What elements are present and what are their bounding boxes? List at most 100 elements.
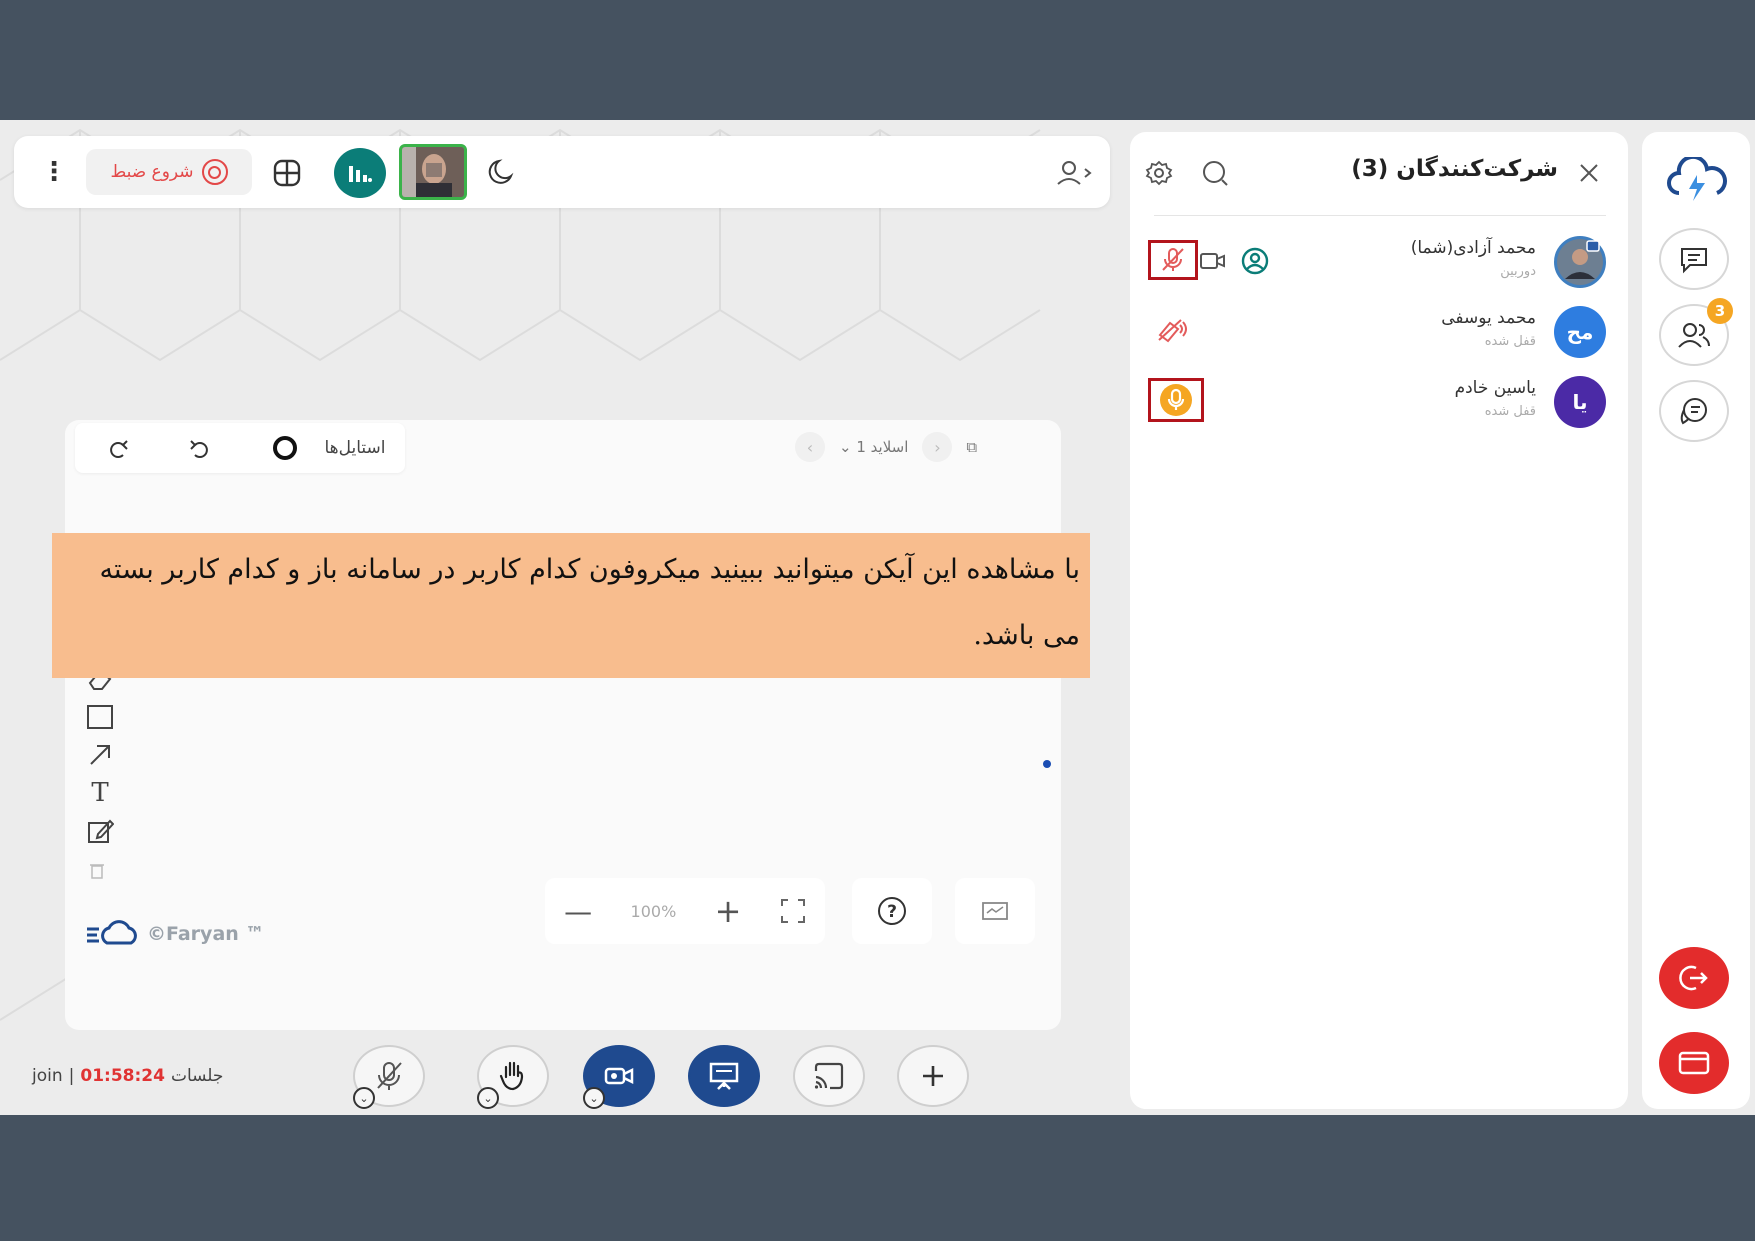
more-menu-button[interactable]: ⋮ [41,154,67,190]
svg-text:?: ? [887,902,897,922]
search-icon [1203,161,1228,186]
participants-button[interactable]: 3 [1659,298,1733,366]
raise-hand-button[interactable]: ⌄ [477,1045,549,1109]
slide-camera-icon[interactable]: ⧉ [966,438,977,456]
participant-status: قفل شده [1484,334,1536,349]
participant-status: دوربین [1500,264,1536,279]
mic-options-chevron-icon[interactable]: ⌄ [353,1087,375,1109]
undo-icon [190,440,208,458]
help-button[interactable]: ? [852,878,932,944]
participant-status: قفل شده [1484,404,1536,419]
participant-row[interactable]: مح محمد یوسفی قفل شده [1130,302,1628,362]
camera-options-chevron-icon[interactable]: ⌄ [583,1087,605,1109]
fullscreen-icon[interactable] [780,898,806,924]
close-icon [1580,164,1598,182]
question-icon: ? [878,897,906,925]
redo-button[interactable] [105,433,133,463]
close-panel-button[interactable] [1574,158,1604,188]
presentation-button[interactable] [688,1045,760,1107]
whiteboard[interactable]: استایل‌ها ‹ ⌄ اسلاید 1 › ⧉ T ©Faryan ™ [65,420,1061,1030]
profile-button[interactable] [1240,246,1270,276]
app-logo [1664,152,1730,208]
mic-muted-icon [1162,248,1184,271]
participants-title: شرکت‌کنندگان (3) [1351,156,1558,182]
raise-hand-icon [499,1061,524,1091]
plus-icon [923,1066,943,1086]
participants-header: شرکت‌کنندگان (3) [1130,132,1628,212]
statistics-button[interactable] [334,148,386,198]
window-icon [1678,1051,1710,1075]
participants-panel: شرکت‌کنندگان (3) محمد آزادی(شما) دوربین [1130,132,1628,1109]
avatar: مح [1554,306,1606,358]
screen-cast-icon [814,1062,844,1090]
leave-session-button[interactable] [1659,947,1729,1009]
self-camera-thumbnail[interactable] [399,144,467,200]
slide-navigation: ‹ ⌄ اسلاید 1 › ⧉ [795,432,1035,462]
toggle-participants-button[interactable] [1054,156,1094,190]
prev-slide-button[interactable]: ‹ [795,432,825,462]
stroke-style-button[interactable] [270,433,300,463]
participant-mic-status[interactable] [1148,378,1204,422]
edit-note-icon [88,819,114,843]
camera-preview-image [402,147,464,197]
participant-mic-status[interactable] [1148,240,1198,280]
watermark-text: ©Faryan ™ [147,923,265,945]
zoom-out-button[interactable]: — [564,895,592,928]
notes-button[interactable] [1659,380,1729,442]
whiteboard-toolbar: استایل‌ها [75,423,405,473]
text-tool[interactable]: T [75,774,125,812]
text-icon: T [91,778,109,808]
delete-tool[interactable] [87,860,111,884]
redo-icon [110,440,128,458]
note-tool[interactable] [75,812,125,850]
user-circle-icon [1241,247,1269,275]
start-recording-button[interactable]: شروع ضبط [86,149,252,195]
record-icon [201,159,228,185]
faryan-watermark: ©Faryan ™ [85,918,264,950]
next-slide-button[interactable]: › [922,432,953,462]
avatar: یا [1554,376,1606,428]
add-button[interactable] [897,1045,969,1107]
camera-button[interactable]: ⌄ [583,1045,655,1109]
undo-button[interactable] [185,433,213,463]
session-label: جلسات [170,1066,224,1086]
arrow-icon [90,745,110,765]
microphone-button[interactable]: ⌄ [353,1045,425,1109]
avatar-initials: مح [1566,320,1594,344]
chat-icon [1681,248,1707,274]
rectangle-tool[interactable] [75,698,125,736]
layout-grid-icon [273,159,301,187]
session-info: join | 01:58:24 جلسات [32,1066,223,1086]
zoom-in-button[interactable]: + [715,892,742,930]
mic-off-icon [377,1062,402,1090]
theme-toggle-button[interactable] [482,154,518,190]
slide-label: اسلاید 1 [856,438,909,456]
drawing-tools: T [75,660,125,850]
participants-settings-button[interactable] [1144,158,1174,188]
kebab-icon: ⋮ [41,157,67,187]
participant-camera-indicator[interactable] [1198,246,1228,276]
mic-disabled-icon [1158,319,1187,343]
message-note-icon [1680,398,1707,425]
participant-row[interactable]: یا یاسین خادم قفل شده [1130,372,1628,432]
right-rail: 3 [1642,132,1750,1109]
hand-options-chevron-icon[interactable]: ⌄ [477,1087,499,1109]
end-session-button[interactable] [1659,1032,1729,1094]
chat-button[interactable] [1659,228,1729,290]
exit-icon [1679,965,1708,991]
camera-outline-icon [1200,253,1225,269]
bar-chart-icon [349,166,372,182]
screen-share-button[interactable] [793,1045,865,1107]
participant-mic-status[interactable] [1148,310,1198,350]
users-icon [1678,323,1710,348]
styles-button[interactable]: استایل‌ها [310,433,400,463]
participant-row[interactable]: محمد آزادی(شما) دوربین [1130,232,1628,292]
minimap-button[interactable] [955,878,1035,944]
slide-dropdown[interactable]: ⌄ اسلاید 1 [839,438,908,456]
search-participants-button[interactable] [1200,158,1230,188]
arrow-tool[interactable] [75,736,125,774]
instruction-callout: با مشاهده این آیکن میتوانید ببینید میکرو… [52,533,1090,678]
cloud-logo-icon [1667,157,1727,201]
layout-button[interactable] [270,156,304,190]
record-label: شروع ضبط [110,162,194,182]
